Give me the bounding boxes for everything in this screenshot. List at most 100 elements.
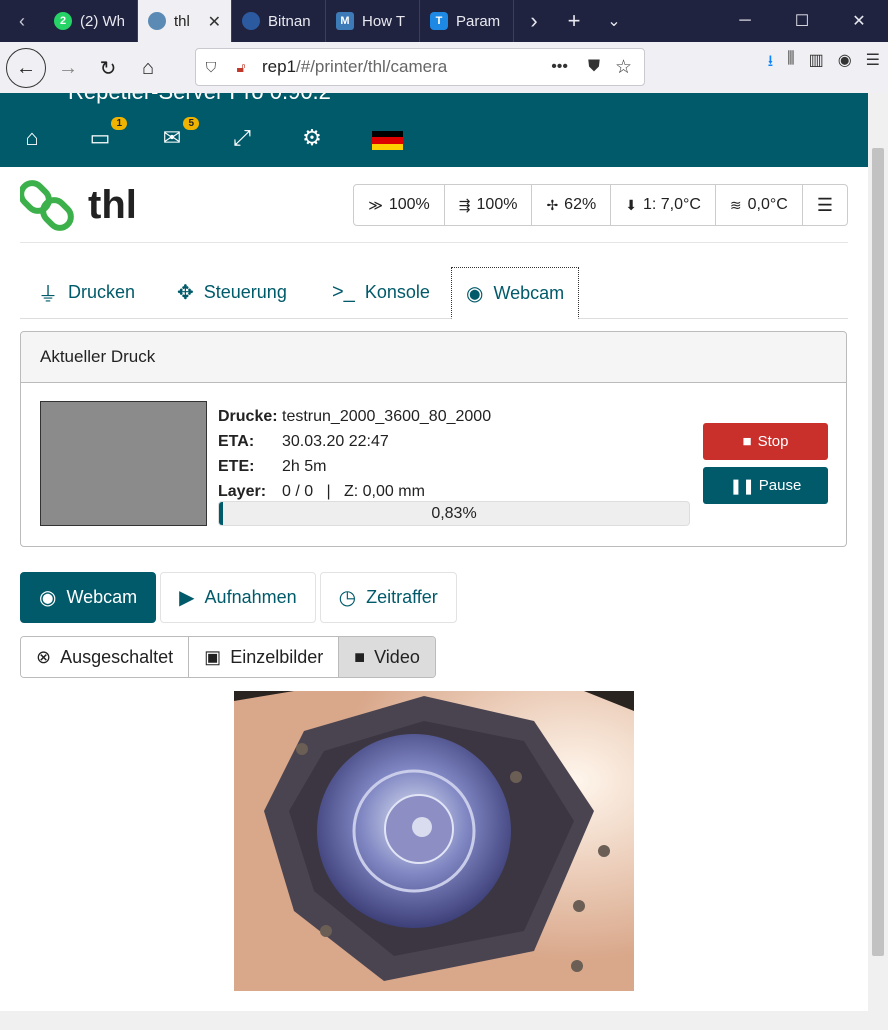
print-info: Drucke: testrun_2000_3600_80_2000 ETA: 30.…: [218, 404, 491, 504]
bed-status[interactable]: ≋ 0,0°C: [716, 185, 803, 225]
library-icon[interactable]: ⫼: [787, 50, 794, 77]
video-camera-icon: ■: [354, 646, 366, 667]
window-close-icon[interactable]: ✕: [834, 0, 884, 42]
home-nav-icon[interactable]: ⌂: [17, 125, 47, 151]
browser-tab-label: thl: [174, 12, 190, 30]
shield-icon[interactable]: ⛉: [196, 59, 226, 76]
tab-webcam-view[interactable]: ◉ Webcam: [20, 572, 157, 623]
list-tabs-icon[interactable]: ⌄: [594, 0, 634, 42]
german-flag-icon[interactable]: [372, 131, 403, 150]
tab-scroll-left-icon[interactable]: ‹: [0, 0, 44, 42]
printer-menu-button[interactable]: ☰: [803, 185, 847, 225]
vertical-scrollbar[interactable]: [868, 93, 888, 1011]
mode-off-button[interactable]: ⊗ Ausgeschaltet: [21, 637, 190, 677]
print-progress-bar: 0,83%: [218, 501, 690, 526]
reload-icon[interactable]: ↻: [90, 50, 126, 86]
mode-label: Ausgeschaltet: [60, 646, 174, 667]
tab-console[interactable]: >_ Konsole: [318, 267, 444, 318]
tab-timelapse[interactable]: ◷ Zeitraffer: [319, 572, 457, 623]
new-tab-icon[interactable]: +: [554, 0, 594, 42]
repetier-icon: [148, 12, 166, 30]
maximize-icon[interactable]: ☐: [777, 0, 827, 42]
sidebar-icon[interactable]: ▥: [809, 50, 824, 77]
bed-icon: ≋: [729, 196, 742, 213]
browser-tab-active[interactable]: thl ✕: [138, 0, 232, 42]
whatsapp-icon: 2: [54, 12, 72, 30]
app-header: Repetier-Server Pro 0.90.2 ⌂ ▭1 ✉5 ⤢ ⚙: [0, 93, 868, 167]
back-icon[interactable]: ←: [6, 48, 46, 88]
minimize-icon[interactable]: ─: [720, 0, 770, 42]
progress-text: 0,83%: [431, 505, 477, 522]
browser-tab[interactable]: Bitnan: [232, 0, 326, 42]
printer-status-bar: ≫ 100% ⇶ 100% ✢ 62% ⬇ 1: 7,0°C ≋ 0,0°C ☰: [353, 184, 848, 226]
close-tab-icon[interactable]: ✕: [208, 12, 221, 32]
page-viewport: Repetier-Server Pro 0.90.2 ⌂ ▭1 ✉5 ⤢ ⚙ t…: [0, 93, 868, 1011]
hamburger-icon: ☰: [816, 194, 833, 215]
speed-value: 100%: [388, 196, 430, 213]
chain-link-logo-icon: [20, 180, 74, 231]
mode-snapshots-button[interactable]: ▣ Einzelbilder: [189, 637, 340, 677]
tab-print[interactable]: ⏚ Drucken: [24, 267, 149, 318]
forward-icon[interactable]: →: [50, 50, 86, 86]
speed-icon: ≫: [368, 196, 383, 213]
tab-label: Konsole: [364, 282, 430, 302]
insecure-lock-icon[interactable]: 🔓︎: [226, 59, 256, 76]
mode-label: Einzelbilder: [230, 646, 324, 667]
page-actions-icon[interactable]: •••: [551, 58, 568, 76]
extruder-icon: ⬇: [625, 196, 637, 213]
camera-mode-selector: ⊗ Ausgeschaltet ▣ Einzelbilder ■ Video: [20, 636, 436, 678]
eta-label: ETA:: [218, 433, 255, 450]
horizontal-scrollbar[interactable]: [0, 1011, 888, 1030]
ete-value: 2h 5m: [282, 458, 327, 475]
download-icon[interactable]: ⭳: [768, 50, 774, 77]
camera-tabs: ◉ Webcam ▶ Aufnahmen ◷ Zeitraffer: [20, 572, 457, 624]
ete-label: ETE:: [218, 458, 255, 475]
messages-badge: 5: [183, 117, 199, 130]
browser-tabbar: ‹ 2 (2) Wh thl ✕ Bitnan M How T T Param …: [0, 0, 888, 42]
browser-toolbar: ← → ↻ ⌂ ⛉ 🔓︎ rep1/#/printer/thl/camera •…: [0, 42, 888, 94]
bookmark-star-icon[interactable]: ☆: [615, 56, 632, 79]
tab-scroll-right-icon[interactable]: ›: [514, 0, 554, 42]
extruder-status[interactable]: ⬇ 1: 7,0°C: [611, 185, 716, 225]
browser-tab[interactable]: 2 (2) Wh: [44, 0, 138, 42]
printer-header: thl ≫ 100% ⇶ 100% ✢ 62% ⬇ 1: 7,0°C ≋ 0,0°C ☰: [20, 177, 848, 243]
printers-badge: 1: [111, 117, 127, 130]
url-host: rep1: [262, 57, 297, 76]
browser-tab-label: Param: [456, 12, 501, 30]
webcam-icon: ◉: [466, 282, 484, 305]
browser-tab-label: (2) Wh: [80, 12, 125, 30]
play-circle-icon: ▶: [179, 587, 195, 609]
url-field[interactable]: ⛉ 🔓︎ rep1/#/printer/thl/camera ••• ⛊ ☆: [195, 48, 645, 86]
flow-value: 100%: [476, 196, 518, 213]
browser-tab[interactable]: T Param: [420, 0, 514, 42]
printer-tabs: ⏚ Drucken ✥ Steuerung >_ Konsole ◉ Webcam: [20, 267, 848, 319]
webcam-stream: [234, 691, 634, 991]
fullscreen-icon[interactable]: ⤢: [227, 125, 257, 151]
pause-button[interactable]: ❚❚ Pause: [703, 467, 828, 504]
home-icon[interactable]: ⌂: [130, 50, 166, 86]
speed-status[interactable]: ≫ 100%: [354, 185, 445, 225]
flow-status[interactable]: ⇶ 100%: [445, 185, 533, 225]
pocket-icon[interactable]: ⛊: [588, 58, 600, 76]
tab-webcam[interactable]: ◉ Webcam: [451, 267, 580, 319]
stop-button[interactable]: ■ Stop: [703, 423, 828, 460]
menu-icon[interactable]: ☰: [866, 50, 880, 77]
messages-nav-icon[interactable]: ✉ 5: [157, 117, 199, 151]
mode-label: Video: [374, 646, 420, 667]
settings-gear-icon[interactable]: ⚙: [297, 125, 327, 151]
account-icon[interactable]: ◉: [838, 50, 852, 77]
bed-temp-value: 0,0°C: [747, 196, 788, 213]
mode-video-button[interactable]: ■ Video: [339, 637, 435, 677]
scroll-thumb[interactable]: [872, 148, 884, 956]
fan-status[interactable]: ✢ 62%: [532, 185, 612, 225]
tab-label: Aufnahmen: [204, 587, 297, 607]
pause-icon: ❚❚: [729, 477, 755, 495]
tab-control[interactable]: ✥ Steuerung: [163, 267, 301, 318]
extruder-temp-value: 1: 7,0°C: [642, 196, 701, 213]
browser-tab[interactable]: M How T: [326, 0, 420, 42]
image-icon: ▣: [204, 646, 222, 667]
tab-recordings[interactable]: ▶ Aufnahmen: [160, 572, 316, 623]
pause-label: Pause: [758, 477, 802, 494]
flow-icon: ⇶: [458, 196, 471, 213]
printers-nav-icon[interactable]: ▭ 1: [85, 117, 127, 151]
